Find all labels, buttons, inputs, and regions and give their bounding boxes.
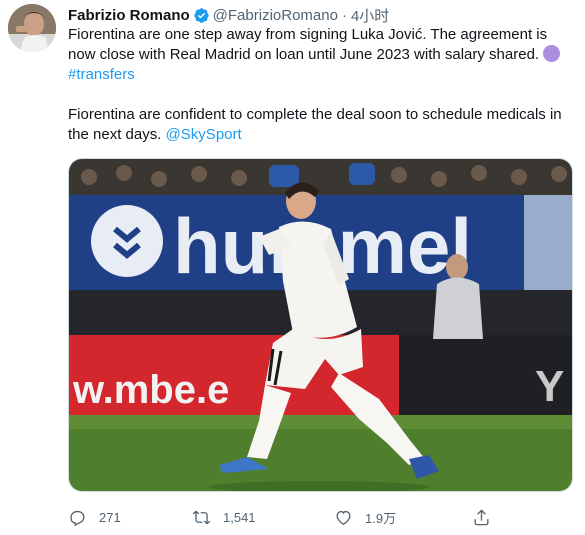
tweet-line-2: Fiorentina are confident to complete the… bbox=[68, 106, 562, 143]
retweet-button[interactable]: 1,541 bbox=[192, 508, 256, 527]
banner-bottom-text: w.mbe.e bbox=[72, 368, 229, 412]
purple-circle-icon bbox=[543, 45, 561, 62]
retweet-count: 1,541 bbox=[223, 509, 256, 525]
tweet-text: Fiorentina are one step away from signin… bbox=[68, 25, 576, 145]
separator-dot: · bbox=[341, 6, 347, 24]
tweet-paragraph-2: Fiorentina are confident to complete the… bbox=[68, 105, 576, 145]
retweet-icon bbox=[192, 510, 211, 524]
tweet-paragraph-1: Fiorentina are one step away from signin… bbox=[68, 25, 576, 85]
tweet-header: Fabrizio Romano @FabrizioRomano · 4小时 bbox=[68, 5, 389, 25]
football-player-photo: hummel w.mbe.e Y bbox=[69, 159, 572, 491]
avatar[interactable] bbox=[8, 4, 56, 52]
share-button[interactable] bbox=[472, 508, 491, 527]
banner-right-text: Y bbox=[535, 362, 564, 411]
reply-count: 271 bbox=[99, 509, 121, 525]
author-handle[interactable]: @FabrizioRomano bbox=[213, 7, 338, 24]
tweet-photo[interactable]: hummel w.mbe.e Y bbox=[68, 158, 573, 492]
tweet-card[interactable]: Fabrizio Romano @FabrizioRomano · 4小时 Fi… bbox=[0, 0, 585, 535]
timestamp[interactable]: 4小时 bbox=[351, 5, 389, 26]
verified-badge-icon bbox=[193, 7, 209, 23]
author-name[interactable]: Fabrizio Romano bbox=[68, 7, 190, 24]
mention-link[interactable]: @SkySport bbox=[166, 126, 242, 143]
tweet-line-1: Fiorentina are one step away from signin… bbox=[68, 26, 548, 63]
tweet-actions: 271 1,541 1.9万 bbox=[68, 506, 573, 528]
reply-icon bbox=[70, 510, 85, 526]
like-count: 1.9万 bbox=[365, 510, 397, 526]
heart-icon bbox=[336, 510, 351, 525]
hashtag-link[interactable]: #transfers bbox=[68, 66, 135, 83]
reply-button[interactable]: 271 bbox=[68, 508, 121, 527]
share-icon bbox=[474, 508, 489, 525]
like-button[interactable]: 1.9万 bbox=[334, 508, 396, 527]
